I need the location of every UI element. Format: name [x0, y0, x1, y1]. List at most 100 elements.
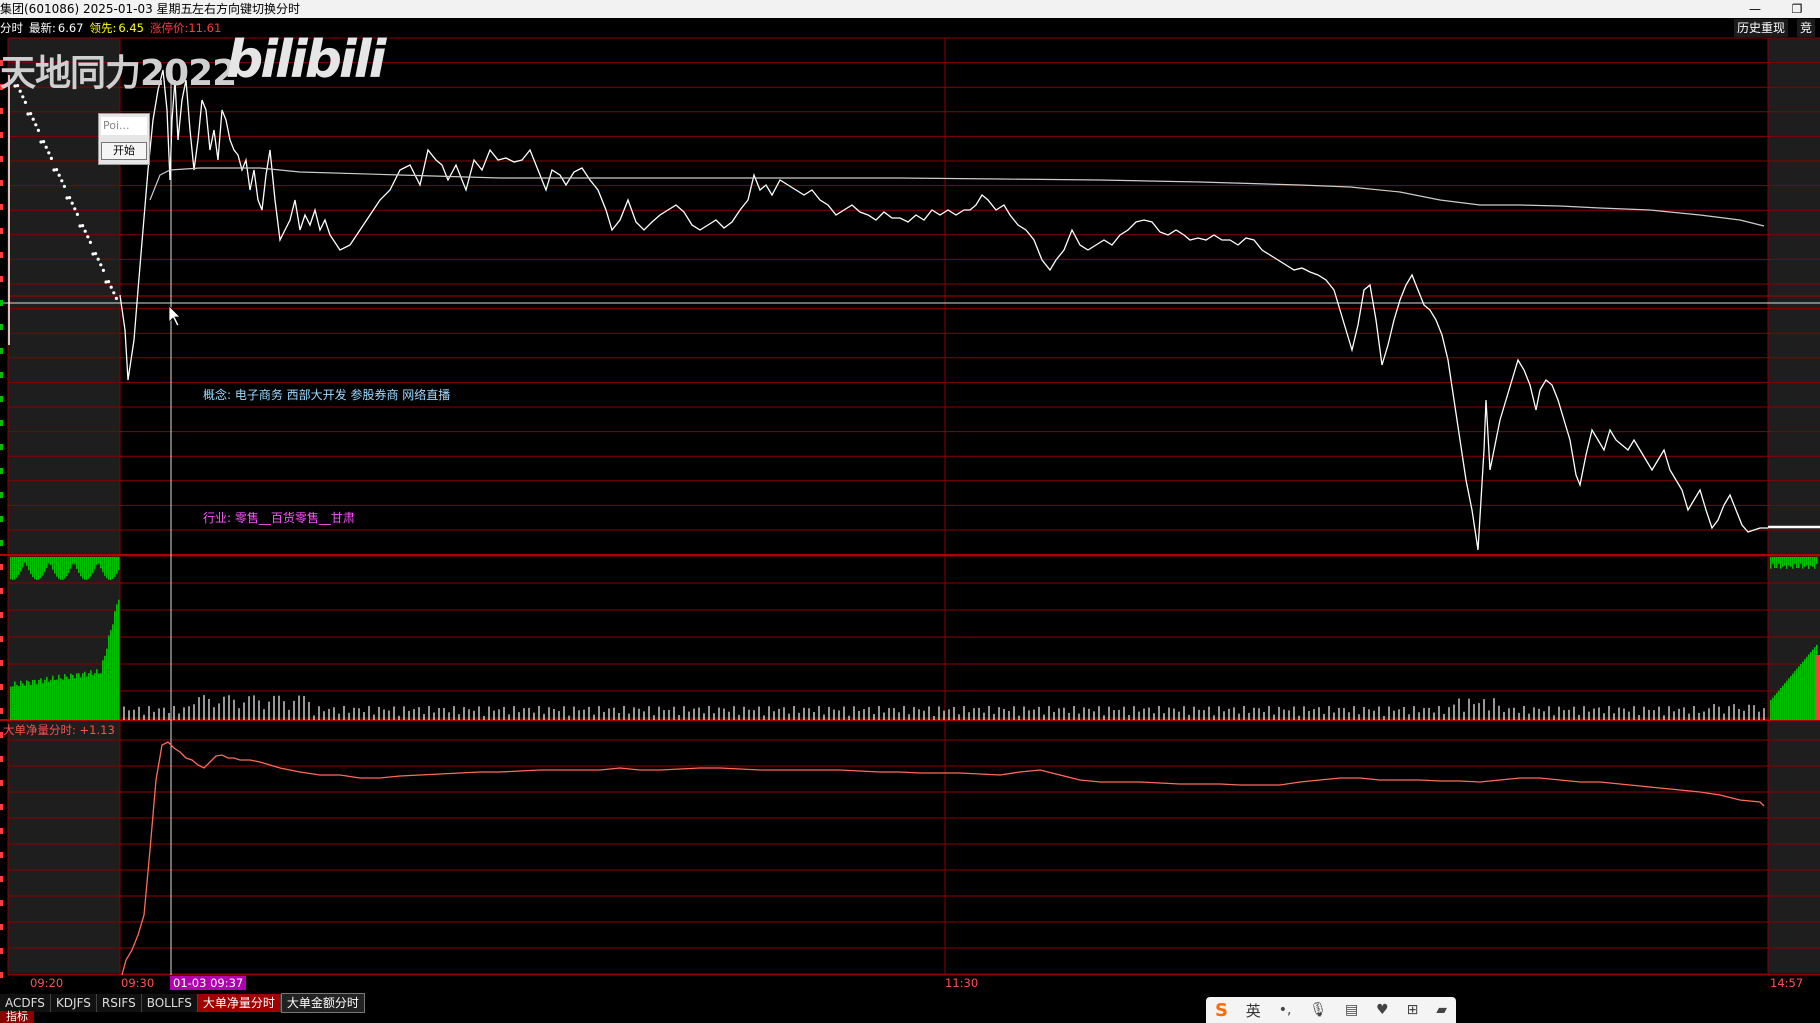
time-label-0930: 09:30 — [121, 976, 155, 990]
language-toggle[interactable]: 英 — [1246, 1000, 1261, 1021]
auction-bar — [116, 557, 118, 574]
volume-bar-pre — [38, 679, 40, 720]
volume-bar-pre — [34, 679, 36, 720]
price-line — [119, 69, 1768, 551]
auction-bar — [112, 557, 114, 580]
premarket-dot — [112, 291, 116, 295]
left-axis-tick — [0, 132, 3, 138]
limit-value: 11.61 — [188, 21, 222, 35]
volume-bar-pre — [42, 682, 44, 720]
skin-icon[interactable]: ♥ — [1376, 1002, 1389, 1018]
auction-bar-post — [1780, 557, 1782, 569]
volume-bar-post — [1770, 700, 1772, 720]
industry-text: 行业: 零售__百货零售__甘肃 — [203, 511, 355, 525]
auction-bar — [92, 557, 94, 574]
volume-bar-post — [1796, 668, 1798, 720]
tab-bollfs[interactable]: BOLLFS — [141, 994, 198, 1012]
grid-icon[interactable]: ⊞ — [1407, 1002, 1419, 1018]
auction-bar — [38, 557, 40, 580]
premarket-dot — [88, 240, 92, 244]
restore-icon[interactable]: ❐ — [1786, 0, 1808, 18]
auction-bar — [110, 557, 112, 580]
left-axis-tick — [0, 756, 3, 762]
volume-bar-pre — [92, 675, 94, 720]
auction-bar — [34, 557, 36, 580]
volume-bar-pre — [16, 684, 18, 720]
premarket-dot — [96, 257, 100, 261]
keyboard-icon[interactable]: ▤ — [1345, 1002, 1358, 1018]
tab-kdjfs[interactable]: KDJFS — [50, 994, 97, 1012]
volume-bar-pre — [98, 673, 100, 720]
auction-bar — [76, 557, 78, 569]
left-axis-tick — [0, 612, 3, 618]
volume-bar-pre — [20, 680, 22, 720]
minimize-icon[interactable]: — — [1744, 0, 1766, 18]
start-button[interactable]: 开始 — [101, 142, 147, 160]
left-axis-tick — [0, 180, 3, 186]
leader-label: 领先: — [89, 21, 117, 35]
auction-bar — [102, 557, 104, 573]
volume-bar-pre — [24, 685, 26, 720]
left-axis-tick — [0, 564, 3, 570]
volume-bar-pre — [94, 673, 96, 720]
leader-value: 6.45 — [118, 21, 144, 35]
volume-bar-pre — [76, 673, 78, 720]
sogou-logo-icon[interactable]: S — [1215, 1000, 1228, 1021]
bid-button[interactable]: 竞 — [1797, 19, 1816, 37]
premarket-dot — [101, 268, 105, 272]
poi-input[interactable]: Poi... — [101, 117, 147, 135]
microphone-icon[interactable]: 🎙 — [1309, 1002, 1327, 1018]
limit-label: 涨停价: — [149, 21, 189, 35]
premarket-dot — [109, 285, 113, 289]
tab-big-order-net[interactable]: 大单净量分时 — [197, 994, 281, 1012]
punctuation-icon[interactable]: •, — [1279, 1002, 1292, 1018]
auction-bar — [62, 557, 64, 580]
volume-bar-pre — [28, 681, 30, 720]
left-axis-tick — [0, 444, 3, 450]
auction-bar — [10, 557, 12, 580]
premarket-dot — [31, 117, 35, 121]
auction-bar-post — [1778, 557, 1780, 564]
indicator-button[interactable]: 指标 — [0, 1011, 34, 1023]
auction-bar — [68, 557, 70, 573]
auction-bar — [14, 557, 16, 580]
tab-big-order-amount[interactable]: 大单金额分时 — [280, 993, 365, 1013]
auction-bar — [18, 557, 20, 576]
volume-bar-red — [1815, 655, 1820, 720]
auction-bar — [84, 557, 86, 580]
left-axis-tick — [0, 156, 3, 162]
auction-bar-post — [1794, 557, 1796, 564]
auction-bar — [100, 557, 102, 569]
volume-bar-pre — [86, 676, 88, 720]
auction-bar — [32, 557, 34, 578]
tab-rsifs[interactable]: RSIFS — [96, 994, 142, 1012]
left-axis-tick — [0, 948, 3, 954]
history-replay-button[interactable]: 历史重现 — [1734, 19, 1789, 37]
volume-bar-post — [1802, 661, 1804, 720]
auction-bar — [86, 557, 88, 580]
volume-bar-pre — [118, 599, 120, 720]
auction-bar — [16, 557, 18, 578]
left-axis-tick — [0, 660, 3, 666]
auction-bar-post — [1802, 557, 1804, 569]
volume-bar-pre — [88, 673, 90, 720]
volume-bar-pre — [116, 604, 118, 720]
auction-bar — [54, 557, 56, 574]
premarket-dot — [55, 168, 59, 172]
volume-bar-pre — [54, 680, 56, 720]
auction-bar — [94, 557, 96, 570]
toolbox-icon[interactable]: ▰ — [1436, 1002, 1447, 1018]
volume-bar-pre — [84, 671, 86, 720]
auction-bar — [104, 557, 106, 576]
big-order-net-line — [121, 741, 1765, 976]
volume-bar-pre — [108, 635, 110, 720]
volume-bar-pre — [80, 677, 82, 720]
premarket-dot — [34, 123, 38, 127]
auction-bar — [108, 557, 110, 580]
left-axis-tick — [0, 396, 3, 402]
premarket-dot — [70, 201, 74, 205]
latest-label: 最新: — [29, 21, 56, 35]
volume-bar-pre — [50, 679, 52, 720]
volume-bar-pre — [32, 680, 34, 720]
left-axis-tick — [0, 924, 3, 930]
